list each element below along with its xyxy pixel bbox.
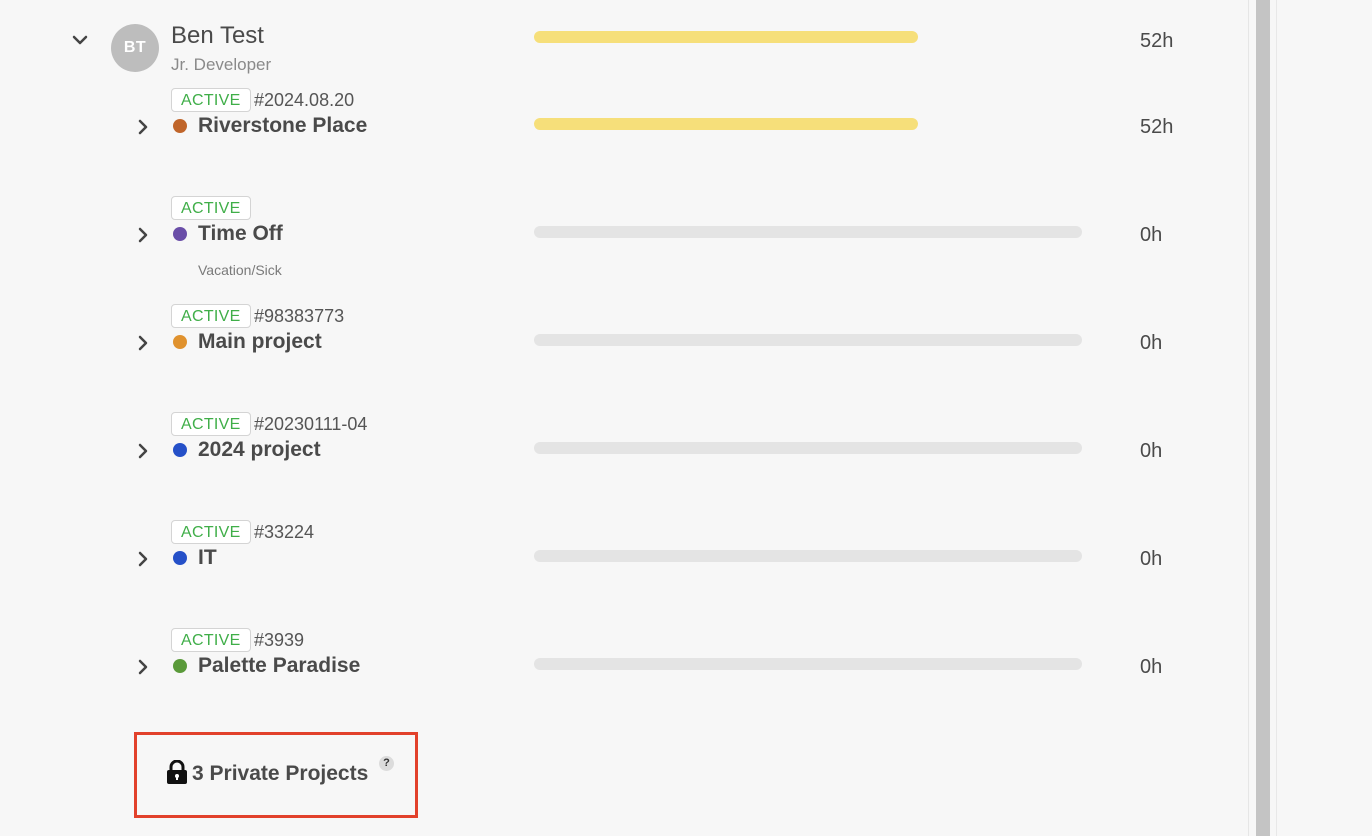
- project-subtitle: Vacation/Sick: [198, 262, 282, 278]
- chevron-right-icon[interactable]: [133, 225, 153, 245]
- project-color-dot: [173, 443, 187, 457]
- project-name[interactable]: Riverstone Place: [198, 113, 367, 139]
- project-color-dot: [173, 659, 187, 673]
- private-projects-label[interactable]: 3 Private Projects: [192, 761, 368, 787]
- avatar: BT: [111, 24, 159, 72]
- user-row: BT Ben Test Jr. Developer 52h: [0, 0, 1248, 80]
- lock-icon: [166, 759, 188, 784]
- project-hours-bar: [534, 658, 1082, 670]
- project-row[interactable]: ACTIVE #20230111-04 2024 project 0h: [0, 412, 1248, 512]
- project-color-dot: [173, 335, 187, 349]
- project-color-dot: [173, 227, 187, 241]
- status-badge: ACTIVE: [171, 412, 251, 436]
- user-hours-bar-fill: [534, 31, 918, 43]
- project-hours: 0h: [1140, 224, 1163, 246]
- project-hours-bar: [534, 442, 1082, 454]
- chevron-right-icon[interactable]: [133, 333, 153, 353]
- user-hours-bar: [534, 31, 1082, 43]
- question-icon[interactable]: ?: [379, 756, 394, 771]
- chevron-right-icon[interactable]: [133, 657, 153, 677]
- status-badge: ACTIVE: [171, 520, 251, 544]
- project-code: #33224: [254, 522, 315, 542]
- project-name[interactable]: 2024 project: [198, 437, 321, 463]
- chevron-right-icon[interactable]: [133, 117, 153, 137]
- project-hours: 0h: [1140, 440, 1163, 462]
- divider: [1276, 0, 1277, 836]
- project-color-dot: [173, 551, 187, 565]
- project-hours: 0h: [1140, 332, 1163, 354]
- project-hours: 0h: [1140, 548, 1163, 570]
- project-row[interactable]: ACTIVE #98383773 Main project 0h: [0, 304, 1248, 404]
- team-timeline: BT Ben Test Jr. Developer 52h ACTIVE #202…: [0, 0, 1248, 836]
- chevron-right-icon[interactable]: [133, 549, 153, 569]
- project-hours: 52h: [1140, 116, 1174, 138]
- project-code: #3939: [254, 630, 305, 650]
- project-hours: 0h: [1140, 656, 1163, 678]
- user-name: Ben Test: [171, 22, 264, 49]
- project-hours-bar-fill: [534, 118, 918, 130]
- project-row[interactable]: ACTIVE #3939 Palette Paradise 0h: [0, 628, 1248, 728]
- project-color-dot: [173, 119, 187, 133]
- status-badge: ACTIVE: [171, 304, 251, 328]
- project-code: #2024.08.20: [254, 90, 355, 110]
- user-hours: 52h: [1140, 30, 1174, 52]
- project-row[interactable]: ACTIVE #33224 IT 0h: [0, 520, 1248, 620]
- status-badge: ACTIVE: [171, 196, 251, 220]
- status-badge: ACTIVE: [171, 88, 251, 112]
- scrollbar[interactable]: [1256, 0, 1270, 836]
- project-row[interactable]: ACTIVE #2024.08.20 Riverstone Place 52h: [0, 88, 1248, 188]
- project-name[interactable]: IT: [198, 545, 217, 571]
- project-name[interactable]: Palette Paradise: [198, 653, 360, 679]
- project-row[interactable]: ACTIVE Time Off Vacation/Sick 0h: [0, 196, 1248, 296]
- project-name[interactable]: Time Off: [198, 221, 283, 247]
- project-code: #20230111-04: [254, 414, 368, 434]
- project-hours-bar: [534, 550, 1082, 562]
- chevron-down-icon[interactable]: [70, 30, 90, 50]
- status-badge: ACTIVE: [171, 628, 251, 652]
- project-hours-bar: [534, 334, 1082, 346]
- user-role: Jr. Developer: [171, 55, 272, 74]
- project-code: #98383773: [254, 306, 345, 326]
- project-hours-bar: [534, 226, 1082, 238]
- project-name[interactable]: Main project: [198, 329, 322, 355]
- project-hours-bar: [534, 118, 1082, 130]
- chevron-right-icon[interactable]: [133, 441, 153, 461]
